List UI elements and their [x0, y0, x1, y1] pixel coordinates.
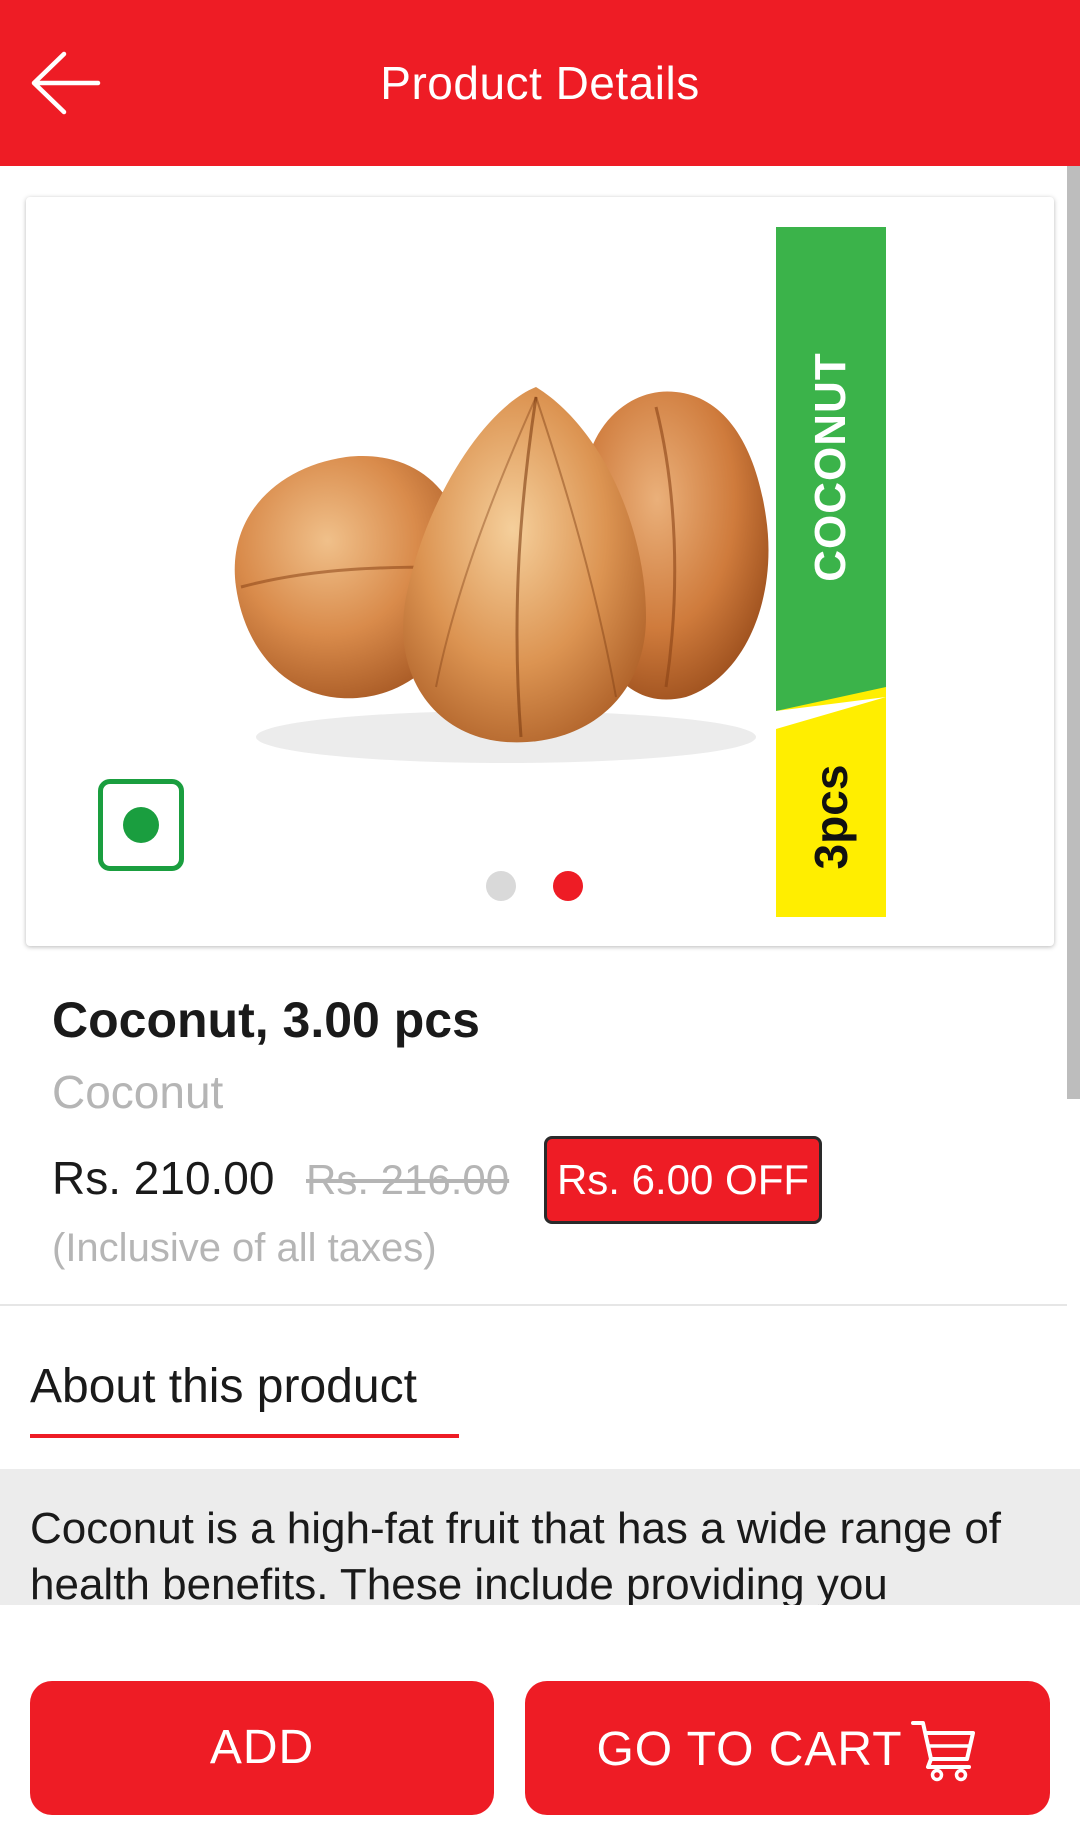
tag-product-name: COCONUT — [806, 352, 855, 582]
carousel-pagination — [486, 871, 606, 901]
description-panel: Coconut is a high-fat fruit that has a w… — [0, 1469, 1080, 1605]
product-title: Coconut, 3.00 pcs — [52, 992, 480, 1048]
discount-badge: Rs. 6.00 OFF — [544, 1136, 822, 1224]
coconut-image — [234, 387, 769, 763]
original-price: Rs. 216.00 — [306, 1156, 510, 1203]
carousel-dot-1[interactable] — [486, 871, 516, 901]
product-subtitle: Coconut — [52, 1066, 224, 1118]
selling-price: Rs. 210.00 — [52, 1152, 275, 1204]
go-to-cart-label: GO TO CART — [596, 1723, 903, 1777]
product-tag: COCONUT 3pcs — [776, 227, 886, 917]
add-button[interactable]: ADD — [30, 1681, 494, 1815]
section-divider — [0, 1304, 1067, 1306]
page-title: Product Details — [380, 57, 700, 109]
tab-active-indicator — [30, 1434, 459, 1438]
product-description: Coconut is a high-fat fruit that has a w… — [30, 1504, 1002, 1605]
app-header: Product Details — [0, 0, 1080, 166]
veg-indicator-icon — [98, 779, 184, 871]
scrollbar[interactable] — [1067, 166, 1080, 1099]
tax-note: (Inclusive of all taxes) — [52, 1226, 437, 1270]
tab-about-product[interactable]: About this product — [30, 1355, 417, 1419]
shopping-cart-icon — [910, 1721, 975, 1782]
go-to-cart-button[interactable]: GO TO CART — [525, 1681, 1050, 1815]
tag-quantity: 3pcs — [805, 764, 857, 870]
carousel-dot-2-active[interactable] — [553, 871, 583, 901]
product-image-carousel[interactable]: COCONUT 3pcs — [26, 197, 1054, 946]
